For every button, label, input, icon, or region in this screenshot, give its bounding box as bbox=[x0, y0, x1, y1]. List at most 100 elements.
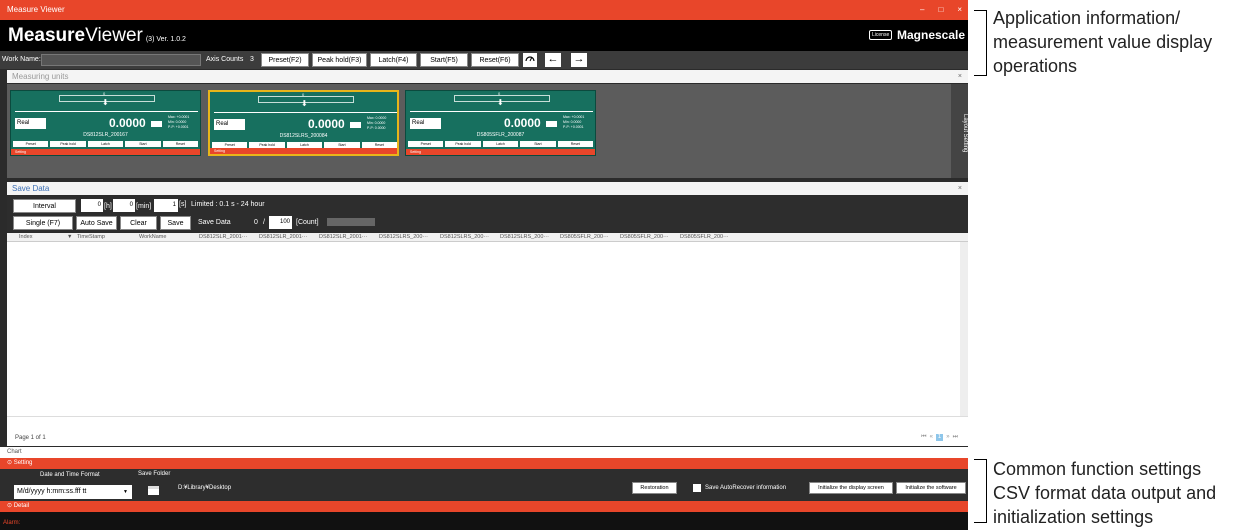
annotation-bracket bbox=[974, 10, 987, 76]
sort-icon[interactable]: ▼ bbox=[67, 234, 72, 240]
measuring-units-close-icon[interactable]: × bbox=[958, 70, 962, 83]
measuring-unit-card[interactable]: 0 ⬇ Real 0.0000 Max: 0.0000 Min: 0.0000 … bbox=[208, 90, 399, 156]
next-page-icon[interactable]: » bbox=[946, 434, 949, 441]
column-header[interactable]: Index bbox=[19, 234, 32, 240]
unit-setting-button[interactable]: Setting bbox=[11, 149, 200, 155]
date-format-label: Date and Time Format bbox=[40, 472, 100, 478]
preset-button[interactable]: Preset(F2) bbox=[261, 53, 309, 67]
unit-latch-button[interactable]: Latch bbox=[87, 141, 124, 147]
auto-recover-checkbox[interactable] bbox=[693, 484, 701, 492]
minimize-button[interactable]: – bbox=[920, 0, 924, 20]
save-data-close-icon[interactable]: × bbox=[958, 182, 962, 195]
work-name-input[interactable] bbox=[41, 54, 201, 66]
measuring-unit-card[interactable]: 0 ⬇ Real 0.0000 Max: +0.0001 Min: 0.0000… bbox=[405, 90, 596, 156]
down-arrow-icon: ⬇ bbox=[301, 99, 308, 108]
data-grid-header: Index ▼ TimeStamp WorkName DS812SLR_2001… bbox=[7, 233, 968, 242]
interval-button[interactable]: Interval bbox=[13, 199, 76, 213]
expand-icon[interactable]: ⊙ bbox=[7, 503, 12, 509]
mode-label: Real bbox=[17, 120, 30, 126]
unit-preset-button[interactable]: Preset bbox=[13, 141, 49, 147]
down-arrow-icon: ⬇ bbox=[497, 98, 504, 107]
measuring-unit-card[interactable]: 0 ⬇ Real 0.0000 Max: +0.0001 Min: 0.0000… bbox=[10, 90, 201, 156]
app-header: MeasureViewer (3) Ver. 1.0.2 License Magn… bbox=[0, 20, 968, 51]
forward-arrow-icon[interactable]: → bbox=[571, 53, 587, 67]
first-page-icon[interactable]: ⏮ bbox=[921, 434, 926, 441]
scale-zero: 0 bbox=[498, 91, 501, 96]
stats: Max: +0.0001 Min: 0.0000 P-P: +0.0001 bbox=[168, 115, 189, 130]
init-software-button[interactable]: Initialize the software bbox=[896, 482, 966, 494]
count-max-input[interactable]: 100 bbox=[269, 216, 292, 229]
column-header[interactable]: DS812SLR_2001··· bbox=[319, 234, 367, 240]
interval-limit: Limited : 0.1 s - 24 hour bbox=[191, 201, 265, 208]
detail-header[interactable]: ⊙ Detail bbox=[0, 501, 968, 512]
single-save-button[interactable]: Single (F7) bbox=[13, 216, 73, 230]
annotation-bracket bbox=[974, 459, 987, 523]
start-button[interactable]: Start(F5) bbox=[420, 53, 468, 67]
vertical-scrollbar[interactable] bbox=[960, 242, 968, 416]
seconds-unit: [s] bbox=[179, 201, 187, 208]
last-page-icon[interactable]: ⏭ bbox=[953, 434, 958, 441]
work-name-label: Work Name: bbox=[2, 56, 41, 63]
column-header[interactable]: DS805SFLR_200··· bbox=[680, 234, 729, 240]
column-header[interactable]: DS812SLR_2001··· bbox=[199, 234, 247, 240]
page-number[interactable]: 1 bbox=[935, 434, 944, 441]
clear-button[interactable]: Clear bbox=[120, 216, 157, 230]
column-header[interactable]: DS812SLRS_200··· bbox=[500, 234, 549, 240]
setting-header[interactable]: ⊙ Setting bbox=[0, 458, 968, 469]
column-header[interactable]: WorkName bbox=[139, 234, 166, 240]
stat-pp: P-P: 0.0000 bbox=[367, 126, 386, 130]
unit-reset-button[interactable]: Reset bbox=[557, 141, 594, 147]
layout-setting-tab[interactable]: Layout Setting bbox=[951, 84, 968, 178]
chart-section[interactable]: Chart bbox=[0, 447, 968, 458]
seconds-input[interactable]: 1 bbox=[154, 199, 178, 212]
column-header[interactable]: TimeStamp bbox=[77, 234, 105, 240]
measured-value: 0.0000 bbox=[109, 116, 146, 130]
unit-box bbox=[546, 121, 557, 127]
column-header[interactable]: DS812SLRS_200··· bbox=[379, 234, 428, 240]
unit-setting-button[interactable]: Setting bbox=[406, 149, 595, 155]
data-grid-body bbox=[7, 242, 968, 416]
init-display-button[interactable]: Initialize the display screen bbox=[809, 482, 893, 494]
close-button[interactable]: × bbox=[957, 0, 962, 20]
measuring-units-header: Measuring units × bbox=[7, 70, 968, 83]
save-button[interactable]: Save bbox=[160, 216, 191, 230]
ruler-line bbox=[15, 111, 198, 112]
unit-peak-hold-button[interactable]: Peak hold bbox=[50, 141, 86, 147]
unit-setting-button[interactable]: Setting bbox=[210, 148, 397, 154]
column-header[interactable]: DS812SLR_2001··· bbox=[259, 234, 307, 240]
restoration-button[interactable]: Restoration bbox=[632, 482, 677, 494]
prev-page-icon[interactable]: « bbox=[930, 434, 933, 441]
unit-peak-hold-button[interactable]: Peak hold bbox=[445, 141, 481, 147]
unit-reset-button[interactable]: Reset bbox=[162, 141, 199, 147]
detail-title: Detail bbox=[13, 503, 30, 509]
annotation-line: measurement value display bbox=[993, 32, 1213, 52]
minutes-input[interactable]: 0 bbox=[113, 199, 135, 212]
unit-preset-button[interactable]: Preset bbox=[408, 141, 444, 147]
gauge-icon[interactable] bbox=[523, 53, 537, 67]
collapse-icon[interactable]: ⊙ bbox=[7, 460, 12, 466]
sensor-name: DS812SLR_200167 bbox=[83, 132, 128, 138]
mode-button[interactable]: Real bbox=[410, 118, 441, 129]
count-current: 0 bbox=[254, 219, 258, 226]
auto-save-button[interactable]: Auto Save bbox=[76, 216, 117, 230]
unit-latch-button[interactable]: Latch bbox=[482, 141, 519, 147]
column-header[interactable]: DS805SFLR_200··· bbox=[560, 234, 609, 240]
column-header[interactable]: DS805SFLR_200··· bbox=[620, 234, 669, 240]
scale-zero: 0 bbox=[302, 92, 305, 97]
unit-start-button[interactable]: Start bbox=[125, 141, 161, 147]
back-arrow-icon[interactable]: ← bbox=[545, 53, 561, 67]
latch-button[interactable]: Latch(F4) bbox=[370, 53, 417, 67]
date-format-select[interactable]: M/d/yyyy h:mm:ss.fff tt ▼ bbox=[14, 485, 132, 499]
hours-input[interactable]: 0 bbox=[81, 199, 103, 212]
column-header[interactable]: DS812SLRS_200··· bbox=[440, 234, 489, 240]
mode-button[interactable]: Real bbox=[15, 118, 46, 129]
folder-icon[interactable] bbox=[148, 486, 159, 495]
maximize-button[interactable]: □ bbox=[938, 0, 943, 20]
peak-hold-button[interactable]: Peak hold(F3) bbox=[312, 53, 367, 67]
unit-start-button[interactable]: Start bbox=[520, 141, 556, 147]
license-button[interactable]: License bbox=[869, 30, 893, 40]
mode-button[interactable]: Real bbox=[214, 119, 245, 130]
logo-measure: Measure bbox=[8, 25, 86, 46]
reset-button[interactable]: Reset(F6) bbox=[471, 53, 519, 67]
sensor-name: DS805SFLR_200087 bbox=[476, 132, 525, 138]
